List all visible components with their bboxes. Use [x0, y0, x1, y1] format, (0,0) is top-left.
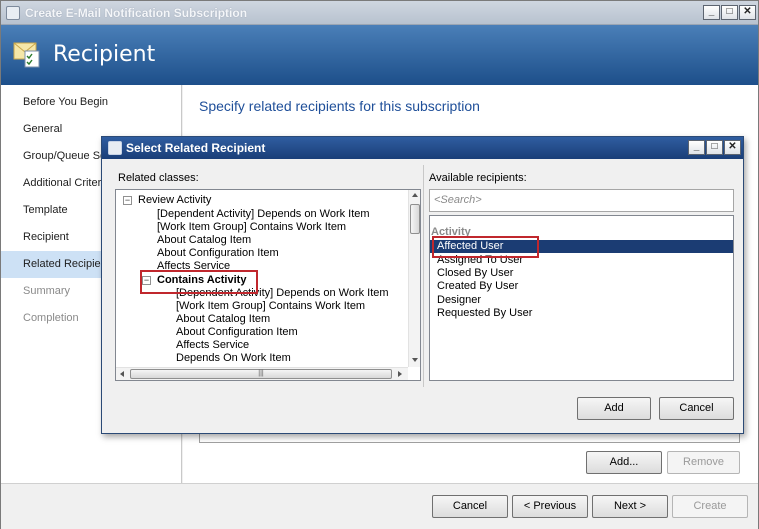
tree-vertical-scrollbar[interactable]: [408, 190, 420, 367]
tree-node[interactable]: Depends On Work Item: [176, 352, 291, 365]
recipient-item[interactable]: Designer: [430, 294, 733, 307]
dialog-maximize-button[interactable]: □: [706, 140, 723, 155]
page-subtitle: Specify related recipients for this subs…: [199, 98, 480, 114]
available-recipients-list[interactable]: Activity Affected User Assigned To User …: [429, 215, 734, 381]
scroll-right-icon[interactable]: [398, 371, 402, 377]
page-title: Recipient: [53, 42, 156, 67]
related-classes-label: Related classes:: [118, 172, 199, 184]
tree-node[interactable]: About Catalog Item: [157, 234, 251, 247]
app-icon: [6, 6, 20, 20]
minimize-button[interactable]: _: [703, 5, 720, 20]
maximize-button[interactable]: □: [721, 5, 738, 20]
pane-divider: [423, 165, 424, 387]
dialog-add-button[interactable]: Add: [577, 397, 651, 420]
tree-node[interactable]: About Catalog Item: [176, 313, 270, 326]
tree-node[interactable]: Affects Service: [176, 339, 249, 352]
add-recipient-button[interactable]: Add...: [586, 451, 662, 474]
envelope-checklist-icon: [13, 39, 43, 69]
scroll-down-icon[interactable]: [412, 358, 418, 362]
tree-horizontal-scrollbar[interactable]: |||: [116, 367, 408, 380]
tree-node[interactable]: [Work Item Group] Contains Work Item: [157, 221, 346, 234]
scroll-left-icon[interactable]: [120, 371, 124, 377]
nav-item-before-you-begin[interactable]: Before You Begin: [1, 89, 182, 116]
tree-node-review-activity[interactable]: Review Activity: [138, 194, 211, 207]
window-title: Create E-Mail Notification Subscription: [25, 6, 248, 20]
dialog-title-bar: Select Related Recipient _ □ ✕: [102, 137, 743, 159]
related-classes-tree[interactable]: − Review Activity [Dependent Activity] D…: [115, 189, 421, 381]
tree-node[interactable]: [Work Item Group] Contains Work Item: [176, 300, 365, 313]
select-related-recipient-dialog: Select Related Recipient _ □ ✕ Related c…: [101, 136, 744, 434]
remove-recipient-button: Remove: [667, 451, 740, 474]
affected-user-highlight: [432, 236, 539, 258]
create-button: Create: [672, 495, 748, 518]
title-bar: Create E-Mail Notification Subscription …: [1, 1, 758, 25]
dialog-title: Select Related Recipient: [126, 141, 266, 155]
tree-node[interactable]: About Configuration Item: [157, 247, 279, 260]
recipient-item[interactable]: Created By User: [430, 280, 733, 293]
tree-node[interactable]: About Configuration Item: [176, 326, 298, 339]
scroll-thumb[interactable]: [410, 204, 420, 234]
cancel-button[interactable]: Cancel: [432, 495, 508, 518]
scroll-thumb[interactable]: |||: [130, 369, 392, 379]
collapse-icon[interactable]: −: [123, 196, 132, 205]
dialog-minimize-button[interactable]: _: [688, 140, 705, 155]
previous-button[interactable]: < Previous: [512, 495, 588, 518]
recipient-item[interactable]: Requested By User: [430, 307, 733, 320]
tree-node[interactable]: [Dependent Activity] Depends on Work Ite…: [157, 208, 370, 221]
recipient-item[interactable]: Closed By User: [430, 267, 733, 280]
search-input[interactable]: <Search>: [429, 189, 734, 212]
next-button[interactable]: Next >: [592, 495, 668, 518]
close-button[interactable]: ✕: [739, 5, 756, 20]
contains-activity-highlight: [140, 270, 258, 294]
scroll-up-icon[interactable]: [412, 193, 418, 197]
dialog-app-icon: [108, 141, 122, 155]
footer-bar: Cancel < Previous Next > Create: [1, 483, 758, 529]
dialog-cancel-button[interactable]: Cancel: [659, 397, 734, 420]
page-header: Recipient: [1, 25, 758, 85]
available-recipients-label: Available recipients:: [429, 172, 527, 184]
dialog-close-button[interactable]: ✕: [724, 140, 741, 155]
